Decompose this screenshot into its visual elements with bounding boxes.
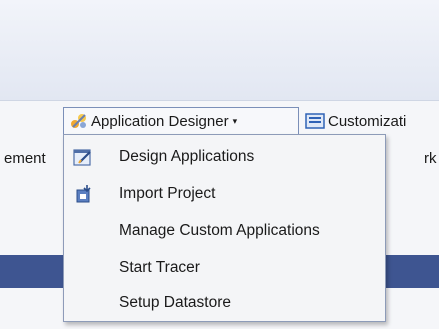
menu-item-label: Import Project: [119, 185, 216, 202]
application-designer-menu: Design Applications Import Project Manag…: [63, 134, 386, 322]
menu-item-manage-custom-applications[interactable]: Manage Custom Applications: [64, 213, 385, 249]
menu-item-label: Manage Custom Applications: [119, 222, 320, 239]
menu-item-label: Setup Datastore: [119, 294, 232, 311]
toolbar-text-fragment-right: rk: [424, 150, 437, 167]
application-designer-button[interactable]: Application Designer ▾: [63, 107, 299, 135]
menu-item-label: Design Applications: [119, 148, 255, 165]
menu-item-label: Start Tracer: [119, 259, 200, 276]
menu-item-start-tracer[interactable]: Start Tracer: [64, 250, 385, 286]
menu-item-setup-datastore[interactable]: Setup Datastore: [64, 285, 385, 321]
application-designer-icon: [71, 114, 86, 128]
window-header-area: [0, 0, 439, 100]
toolbar-text-fragment-left: ement: [4, 150, 46, 167]
design-applications-icon: [73, 149, 91, 166]
customization-button[interactable]: Customizati: [305, 107, 439, 135]
menu-item-design-applications[interactable]: Design Applications: [64, 139, 385, 175]
application-designer-label: Application Designer: [91, 112, 229, 130]
customization-label: Customizati: [328, 112, 407, 130]
import-project-icon: [76, 185, 91, 203]
menu-item-import-project[interactable]: Import Project: [64, 176, 385, 212]
chevron-down-icon: ▾: [232, 116, 238, 126]
customization-icon: [305, 113, 325, 129]
